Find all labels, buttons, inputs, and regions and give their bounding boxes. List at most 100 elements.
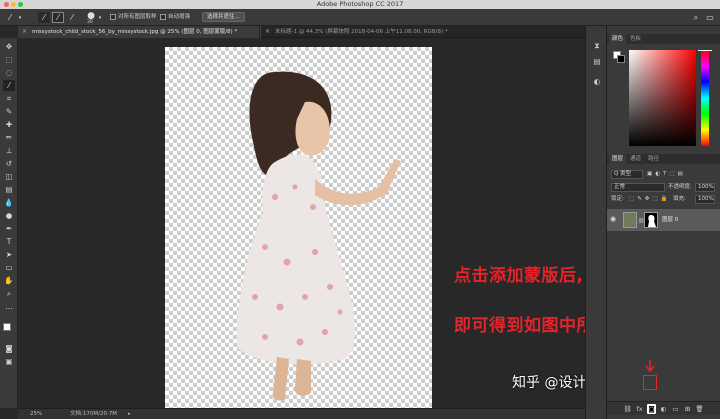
link-layers-icon[interactable]: ⛓ xyxy=(623,404,632,414)
sample-all-layers-label: 对所有图层取样 xyxy=(118,14,157,20)
options-bar: ⁄ ▾ ⁄ ⁄ ⁄ ● 30 ▾ 对所有图层取样 自动增强 选择并遮住... ⌕… xyxy=(0,9,720,26)
layer-filter-kind[interactable]: Q 类型 xyxy=(611,170,643,179)
search-icon[interactable]: ⌕ xyxy=(690,12,702,23)
layer-thumbnail[interactable] xyxy=(623,212,637,228)
auto-enhance-checkbox[interactable] xyxy=(160,14,166,20)
brush-size-dropdown-icon[interactable]: ▾ xyxy=(97,12,103,23)
panel-dock-strip: ⧗ ▤ ◐ xyxy=(585,26,607,419)
layer-style-icon[interactable]: fx xyxy=(635,404,644,414)
document-tabs: × missystock_child_stock_56_by_missystoc… xyxy=(18,26,585,38)
brush-tool-icon[interactable]: ✏ xyxy=(3,132,15,143)
tab-paths[interactable]: 路径 xyxy=(645,154,662,164)
lock-icons[interactable]: ⬚✎✥⬚🔒 xyxy=(629,194,670,205)
highlight-box xyxy=(643,375,657,390)
adjustment-layer-icon[interactable]: ◐ xyxy=(659,404,668,414)
type-tool-icon[interactable]: T xyxy=(3,236,15,247)
marquee-tool-icon[interactable]: ⬚ xyxy=(3,54,15,65)
gradient-tool-icon[interactable]: ▤ xyxy=(3,184,15,195)
tab-label: missystock_child_stock_56_by_missystock.… xyxy=(32,29,238,35)
close-tab-icon[interactable]: × xyxy=(22,26,27,38)
new-selection-mode-icon[interactable]: ⁄ xyxy=(38,12,50,23)
clone-stamp-tool-icon[interactable]: ⊥ xyxy=(3,145,15,156)
girl-photo-cutout xyxy=(236,71,401,401)
blur-tool-icon[interactable]: 💧 xyxy=(3,197,15,208)
layer-filter-icons[interactable]: ▣◐T⬚▤ xyxy=(647,169,686,180)
crop-tool-icon[interactable]: ⌗ xyxy=(3,93,15,104)
eye-icon[interactable]: ◉ xyxy=(610,215,616,223)
tab-layers[interactable]: 图层 xyxy=(609,154,627,164)
opacity-field[interactable]: 100% xyxy=(695,183,715,192)
pointer-arrow-icon xyxy=(645,360,655,373)
adjustments-panel-icon[interactable]: ◐ xyxy=(591,76,603,87)
tab-swatches[interactable]: 色板 xyxy=(627,34,644,44)
select-and-mask-button[interactable]: 选择并遮住... xyxy=(202,12,245,22)
layer-filter-row: Q 类型 ▣◐T⬚▤ xyxy=(607,169,720,180)
blend-mode-select[interactable]: 正常 xyxy=(611,183,665,192)
properties-panel-icon[interactable]: ▤ xyxy=(591,56,603,67)
document-canvas[interactable] xyxy=(165,47,432,408)
status-bar: 25% 文档:170M/20.7M ▸ xyxy=(18,408,585,419)
move-tool-icon[interactable]: ✥ xyxy=(3,41,15,52)
lock-label: 锁定: xyxy=(611,196,624,202)
hue-slider-marker[interactable] xyxy=(698,50,712,51)
mask-silhouette-icon xyxy=(648,215,656,227)
lasso-tool-icon[interactable]: ◌ xyxy=(3,67,15,78)
fill-field[interactable]: 100% xyxy=(695,195,715,204)
foreground-color-swatch[interactable] xyxy=(3,323,11,331)
rectangle-tool-icon[interactable]: ▭ xyxy=(3,262,15,273)
tab-untitled-document[interactable]: × 未标题-1 @ 44.3% (屏幕快照 2018-04-06 上午11.08… xyxy=(260,26,480,38)
tools-panel: ✥ ⬚ ◌ ⁄ ⌗ ✎ ✚ ✏ ⊥ ↺ ◫ ▤ 💧 ● ✒ T ➤ ▭ ✋ ⌕ … xyxy=(0,38,18,408)
layer-mask-thumbnail[interactable] xyxy=(644,212,658,228)
quick-selection-tool-icon[interactable]: ⁄ xyxy=(3,80,15,91)
opacity-label: 不透明度: xyxy=(668,184,692,190)
healing-brush-tool-icon[interactable]: ✚ xyxy=(3,119,15,130)
color-panel-background-swatch[interactable] xyxy=(617,55,625,63)
eraser-tool-icon[interactable]: ◫ xyxy=(3,171,15,182)
pen-tool-icon[interactable]: ✒ xyxy=(3,223,15,234)
hand-tool-icon[interactable]: ✋ xyxy=(3,275,15,286)
new-layer-icon[interactable]: ⊞ xyxy=(683,404,692,414)
more-tools-icon[interactable]: … xyxy=(3,301,15,312)
path-selection-tool-icon[interactable]: ➤ xyxy=(3,249,15,260)
tab-label: 未标题-1 @ 44.3% (屏幕快照 2018-04-06 上午11.08.0… xyxy=(275,29,448,35)
quick-selection-preset-icon[interactable]: ⁄ xyxy=(4,12,16,23)
canvas-area[interactable]: 点击添加蒙版后, 即可得到如图中所示 xyxy=(18,38,611,408)
chevron-down-icon[interactable]: ▾ xyxy=(17,12,23,23)
layer-name[interactable]: 图层 0 xyxy=(662,209,678,231)
color-panel-tabs: 颜色 色板 xyxy=(607,34,720,44)
color-picker-field[interactable] xyxy=(629,50,696,146)
window-title: Adobe Photoshop CC 2017 xyxy=(316,0,404,8)
add-to-selection-mode-icon[interactable]: ⁄ xyxy=(52,12,64,23)
sample-all-layers-checkbox[interactable] xyxy=(110,14,116,20)
tab-channels[interactable]: 通道 xyxy=(627,154,644,164)
document-size: 文档:170M/20.7M xyxy=(70,411,117,417)
tab-color[interactable]: 颜色 xyxy=(609,34,627,44)
auto-enhance-label: 自动增强 xyxy=(168,14,191,20)
trash-icon[interactable]: 🗑 xyxy=(695,404,704,414)
hue-slider[interactable] xyxy=(701,50,709,146)
tab-missystock-document[interactable]: × missystock_child_stock_56_by_missystoc… xyxy=(18,26,259,38)
screen-mode-icon[interactable]: ▣ xyxy=(3,356,15,367)
layers-panel-tabs: 图层 通道 路径 xyxy=(607,154,720,164)
layer-row[interactable]: ◉ ⛓ 图层 0 xyxy=(607,209,720,231)
annotation-line-1: 点击添加蒙版后, xyxy=(454,266,584,286)
subtract-from-selection-mode-icon[interactable]: ⁄ xyxy=(66,12,78,23)
title-bar: Adobe Photoshop CC 2017 xyxy=(0,0,720,9)
zoom-tool-icon[interactable]: ⌕ xyxy=(3,288,15,299)
zoom-level[interactable]: 25% xyxy=(30,409,42,419)
status-menu-icon[interactable]: ▸ xyxy=(128,409,131,419)
blend-mode-row: 正常 不透明度: 100% xyxy=(607,182,720,193)
workspace-icon[interactable]: ▭ xyxy=(704,12,716,23)
quick-mask-icon[interactable]: ◙ xyxy=(3,343,15,354)
fill-label: 填充: xyxy=(673,196,686,202)
lock-fill-row: 锁定: ⬚✎✥⬚🔒 填充: 100% xyxy=(607,194,720,205)
eyedropper-tool-icon[interactable]: ✎ xyxy=(3,106,15,117)
close-tab-icon[interactable]: × xyxy=(265,26,270,38)
history-brush-tool-icon[interactable]: ↺ xyxy=(3,158,15,169)
history-panel-icon[interactable]: ⧗ xyxy=(591,40,603,51)
group-icon[interactable]: ▭ xyxy=(671,404,680,414)
right-panels: 颜色 色板 图层 通道 路径 Q 类型 ▣◐T⬚▤ 正常 不透明度: 100% … xyxy=(607,26,720,419)
add-layer-mask-icon[interactable]: ◙ xyxy=(647,404,656,414)
layers-panel-footer: ⛓ fx ◙ ◐ ▭ ⊞ 🗑 xyxy=(607,401,720,415)
dodge-tool-icon[interactable]: ● xyxy=(3,210,15,221)
